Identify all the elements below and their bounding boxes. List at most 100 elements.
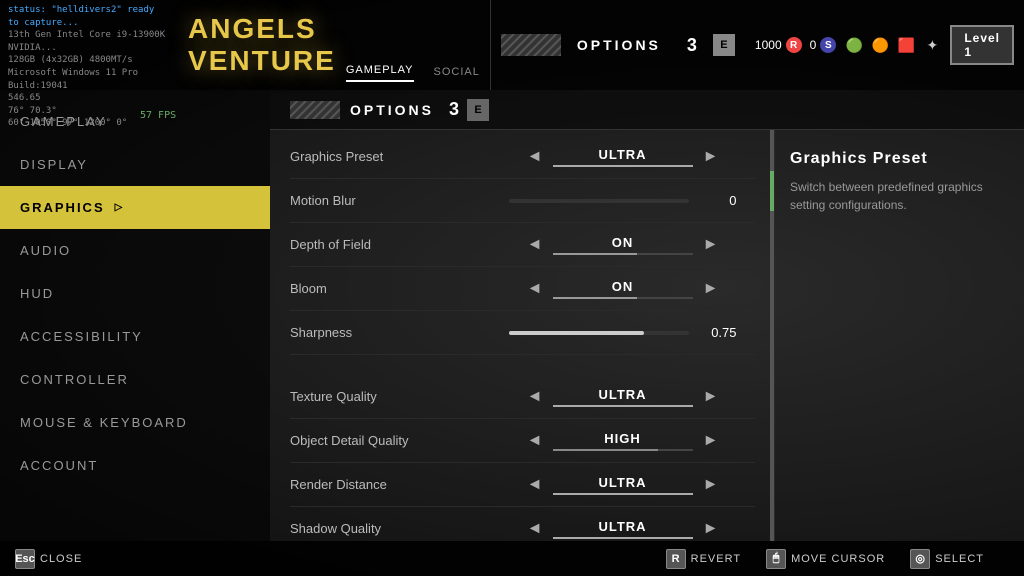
arrow-left-texture[interactable]: ◄ (525, 388, 545, 406)
slider-value-motion-blur: 0 (697, 193, 737, 208)
setting-sharpness: Sharpness 0.75 (290, 311, 755, 355)
arrow-left-shadow[interactable]: ◄ (525, 520, 545, 538)
arrow-left-object-detail[interactable]: ◄ (525, 432, 545, 450)
sidebar-item-display[interactable]: DISPLAY (0, 143, 270, 186)
sidebar-item-mouse[interactable]: MOUSE & KEYBOARD (0, 401, 270, 444)
action-cursor: 🖱 MOVE CURSOR (766, 549, 885, 569)
logo-text: ANGELS VENTURE (188, 13, 336, 77)
slider-sharpness[interactable] (509, 331, 689, 335)
sys-info: status: "helldivers2" ready to capture..… (0, 0, 178, 90)
options-e-icon: E (467, 99, 489, 121)
scroll-indicator (770, 130, 774, 541)
sidebar-item-account[interactable]: ACCOUNT (0, 444, 270, 487)
slider-motion-blur[interactable] (509, 199, 689, 203)
options-title: OPTIONS (577, 37, 661, 53)
bottom-bar: Esc CLOSE R REVERT 🖱 MOVE CURSOR ◎ SELEC… (0, 541, 1024, 576)
sidebar-label-account: ACCOUNT (20, 458, 98, 473)
settings-scroll[interactable]: Graphics Preset ◄ ULTRA ► Motion Blur 0 (270, 130, 770, 541)
label-close: CLOSE (40, 553, 82, 565)
sidebar-item-accessibility[interactable]: ACCESSIBILITY (0, 315, 270, 358)
currency-s-icon: S (820, 37, 836, 53)
sidebar-item-graphics[interactable]: GRAPHICS ▷ (0, 186, 270, 229)
value-bar-preset (553, 165, 693, 167)
value-bar-bloom (553, 297, 693, 299)
scroll-thumb (770, 171, 774, 211)
value-bar-fill-texture (553, 405, 693, 407)
arrow-right-texture[interactable]: ► (701, 388, 721, 406)
setting-label-dof: Depth of Field (290, 237, 490, 252)
arrow-right-dof[interactable]: ► (701, 236, 721, 254)
options-icon: E (713, 34, 735, 56)
setting-texture-quality: Texture Quality ◄ ULTRA ► (290, 375, 755, 419)
sidebar-item-controller[interactable]: CONTROLLER (0, 358, 270, 401)
setting-label-preset: Graphics Preset (290, 149, 490, 164)
label-select: SELECT (935, 553, 984, 565)
value-display-texture: ULTRA (553, 387, 693, 407)
arrow-left-dof[interactable]: ◄ (525, 236, 545, 254)
label-revert: REVERT (691, 553, 741, 565)
setting-label-render-dist: Render Distance (290, 477, 490, 492)
arrow-right-shadow[interactable]: ► (701, 520, 721, 538)
setting-motion-blur: Motion Blur 0 (290, 179, 755, 223)
value-display-bloom: ON (553, 279, 693, 299)
value-display-preset: ULTRA (553, 147, 693, 167)
os-info: Microsoft Windows 11 Pro Build:19041 (8, 67, 170, 92)
setting-graphics-preset: Graphics Preset ◄ ULTRA ► (290, 135, 755, 179)
value-bar-texture (553, 405, 693, 407)
setting-control-render-dist: ◄ ULTRA ► (490, 475, 755, 495)
setting-control-motion-blur: 0 (490, 193, 755, 208)
setting-control-shadow: ◄ ULTRA ► (490, 519, 755, 539)
nav-tab-social[interactable]: SOCIAL (434, 66, 480, 82)
value-text-shadow: ULTRA (553, 519, 693, 534)
section-divider (290, 355, 755, 375)
value-text-bloom: ON (553, 279, 693, 294)
desc-title: Graphics Preset (790, 150, 1009, 168)
value-bar-object-detail (553, 449, 693, 451)
setting-depth-of-field: Depth of Field ◄ ON ► (290, 223, 755, 267)
arrow-right-preset[interactable]: ► (701, 148, 721, 166)
action-select: ◎ SELECT (910, 549, 984, 569)
sidebar-label-controller: CONTROLLER (20, 372, 129, 387)
nav-tab-gameplay[interactable]: GAMEPLAY (346, 64, 414, 82)
value-text-texture: ULTRA (553, 387, 693, 402)
currency-amount: 1000 (755, 38, 782, 52)
arrow-left-bloom[interactable]: ◄ (525, 280, 545, 298)
setting-control-object-detail: ◄ HIGH ► (490, 431, 755, 451)
top-nav: GAMEPLAY SOCIAL (336, 0, 490, 90)
arrow-right-object-detail[interactable]: ► (701, 432, 721, 450)
key-esc: Esc (15, 549, 35, 569)
value-bar-render-dist (553, 493, 693, 495)
status-line: status: "helldivers2" ready to capture..… (8, 4, 170, 29)
setting-bloom: Bloom ◄ ON ► (290, 267, 755, 311)
description-panel: Graphics Preset Switch between predefine… (774, 130, 1024, 541)
value-bar-fill-preset (553, 165, 693, 167)
sidebar: GAMEPLAY DISPLAY GRAPHICS ▷ AUDIO HUD AC… (0, 90, 270, 541)
gpu-info: NVIDIA... (8, 42, 170, 55)
arrow-left-render-dist[interactable]: ◄ (525, 476, 545, 494)
value-bar-fill-shadow (553, 537, 693, 539)
setting-label-object-detail: Object Detail Quality (290, 433, 490, 448)
value-bar-fill-render-dist (553, 493, 693, 495)
value-bar-fill-object-detail (553, 449, 658, 451)
key-select: ◎ (910, 549, 930, 569)
options-hatch (501, 34, 561, 56)
top-icons: 🟢 🟠 🟥 ✦ (844, 35, 942, 55)
action-close: Esc CLOSE (15, 549, 82, 569)
sidebar-label-hud: HUD (20, 286, 54, 301)
value-display-render-dist: ULTRA (553, 475, 693, 495)
cpu-info: 13th Gen Intel Core i9-13900K (8, 29, 170, 42)
value-text-object-detail: HIGH (553, 431, 693, 446)
sidebar-item-audio[interactable]: AUDIO (0, 229, 270, 272)
arrow-right-bloom[interactable]: ► (701, 280, 721, 298)
top-bar: status: "helldivers2" ready to capture..… (0, 0, 1024, 90)
value-text-dof: ON (553, 235, 693, 250)
desc-text: Switch between predefined graphics setti… (790, 178, 1009, 214)
sidebar-item-hud[interactable]: HUD (0, 272, 270, 315)
arrow-right-render-dist[interactable]: ► (701, 476, 721, 494)
icon-2: 🟠 (870, 35, 890, 55)
action-revert: R REVERT (666, 549, 741, 569)
setting-label-sharpness: Sharpness (290, 325, 490, 340)
value-bar-shadow (553, 537, 693, 539)
arrow-left-preset[interactable]: ◄ (525, 148, 545, 166)
top-right: 1000 R 0 S 🟢 🟠 🟥 ✦ Level 1 (745, 0, 1024, 90)
